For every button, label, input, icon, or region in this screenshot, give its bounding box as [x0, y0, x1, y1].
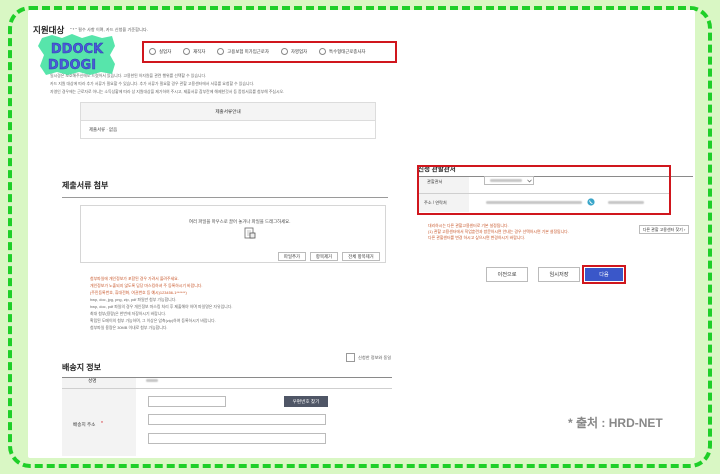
change-office-button[interactable]: 다른 관할 고용센터 찾기 ›	[639, 225, 689, 234]
zipcode-search-button[interactable]: 우편번호 찾기	[284, 396, 328, 407]
attach-note-1: 첨부파일에 개인정보가 포함된 경우 가려서 올려주세요.	[90, 276, 179, 281]
attach-note-4: hwp, doc, jpg, png, zip, pdf 파일만 첨부 가능합니…	[90, 297, 177, 302]
prev-button[interactable]: 이전으로	[486, 267, 528, 282]
add-file-button[interactable]: 파일추가	[278, 252, 306, 261]
radio-circle-icon[interactable]	[319, 48, 327, 55]
shipping-name-value	[146, 379, 158, 382]
radio-circle-icon[interactable]	[149, 48, 156, 55]
shipping-label-column	[62, 378, 136, 456]
shipping-name-label: 성명	[88, 378, 97, 383]
attach-note-6: 최대 첨부(용량)은 한번에 저장하시기 바랍니다.	[90, 311, 167, 316]
radio-circle-icon[interactable]	[217, 48, 225, 55]
radio-circle-icon[interactable]	[280, 48, 288, 55]
file-upload-icon	[244, 227, 256, 239]
phone-icon	[587, 198, 595, 206]
office-row-divider	[419, 193, 669, 194]
address-line2-input[interactable]	[148, 433, 326, 444]
shipping-row-divider	[62, 388, 392, 389]
chevron-right-icon: ›	[683, 227, 686, 232]
shipping-address-label: 배송지 주소	[73, 422, 96, 427]
office-phone-value	[608, 201, 644, 204]
attach-note-8: 첨부파일 용량은 30MB 이내로 첨부 가능합니다.	[90, 325, 168, 330]
chevron-down-icon	[527, 179, 532, 183]
doc-guide-row: 제출서류 · 없음	[89, 127, 118, 132]
attach-divider	[62, 197, 388, 198]
radio-self-employed[interactable]: 자영업자	[280, 48, 307, 55]
attach-note-3: (주민등록번호, 휴대전화, 여권번호 등 예시)123456-1******)	[90, 290, 187, 295]
attach-note-7: 확립된 도메이의 첨부 가능하며, 그 이상은 압축(zip)하여 등록하시기 …	[90, 318, 216, 323]
attach-note-2: 개인정보가 노출되지 않도록 담당 마스킹하셔 주 등록하시기 바랍니다.	[90, 283, 203, 288]
checkbox-icon[interactable]	[346, 353, 355, 362]
office-row2-label: 주소 / 연락처	[424, 200, 447, 205]
file-drop-zone[interactable]: 여러 파일을 마우스로 끌어 놓거나 파일을 드래그하세요.	[80, 205, 386, 263]
address-line1-input[interactable]	[148, 414, 326, 425]
doc-guide-header: 제출서류안내	[81, 103, 375, 121]
support-target-radio-group: 실업자 재직자 고용보험 미가입근로자 자영업자 특수형태근로종사자	[149, 48, 377, 55]
same-as-applicant[interactable]: 신청한 정보와 동일	[346, 353, 391, 362]
ddockddogi-logo: DDOCK DDOGI	[38, 34, 115, 75]
required-mark: *	[101, 421, 103, 427]
target-note-3: 자영인 경우에는 근로자로 아니는 소득상황에 따라 상 지원대상을 제가하여 …	[50, 89, 285, 94]
temp-save-button[interactable]: 임시저장	[538, 267, 580, 282]
attach-title: 제출서류 첨부	[62, 181, 109, 190]
logo-line-2: DDOGI	[48, 58, 96, 73]
remove-item-button[interactable]: 항목제거	[310, 252, 338, 261]
office-address-value	[486, 201, 582, 204]
radio-employed[interactable]: 재직자	[183, 48, 205, 55]
doc-guide-table: 제출서류안내 제출서류 · 없음	[80, 102, 376, 139]
zipcode-input[interactable]	[148, 396, 226, 407]
target-note-2: 카드 지원 대상에 따라 추가 서류가 필요할 수 있습니다. 추가 서류가 필…	[50, 81, 255, 86]
remove-all-button[interactable]: 전체 항목제거	[342, 252, 380, 261]
attach-note-5: hwp, doc, pdf 파일의 경우 개인정보 마스킹 처리 후 제출해야 …	[90, 304, 233, 309]
drop-zone-text: 여러 파일을 마우스로 끌어 놓거나 파일을 드래그하세요.	[189, 219, 291, 224]
radio-unemployed[interactable]: 실업자	[149, 48, 171, 55]
shipping-title: 배송지 정보	[62, 363, 102, 372]
next-button[interactable]: 다음	[585, 268, 623, 281]
radio-special-worker[interactable]: 특수형태근로종사자	[319, 48, 365, 55]
office-select[interactable]	[484, 176, 534, 185]
office-note-3: 다른 관할센터를 변경 하시고 싶으시면 변경하시기 바랍니다.	[428, 235, 526, 240]
source-credit: * 출처 : HRD-NET	[568, 416, 663, 430]
logo-line-1: DDOCK	[51, 42, 104, 57]
office-select-value	[490, 179, 522, 182]
radio-circle-icon[interactable]	[183, 48, 191, 55]
office-row1-label: 관할관서	[427, 179, 443, 184]
required-note: " * " 필수 사항 이며, 카드 신청을 기준합니다.	[70, 27, 148, 32]
application-page: 지원대상 " * " 필수 사항 이며, 카드 신청을 기준합니다. 실업자 재…	[28, 10, 695, 458]
radio-uninsured-worker[interactable]: 고용보험 미가입근로자	[217, 48, 269, 55]
